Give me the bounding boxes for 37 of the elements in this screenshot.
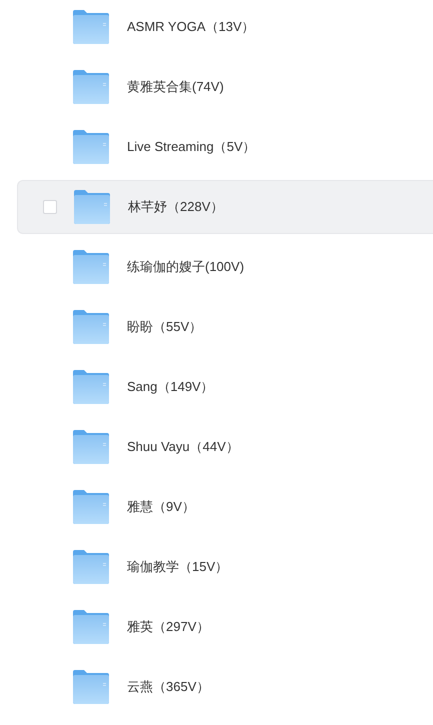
folder-row[interactable]: 练瑜伽的嫂子(100V) [17, 240, 433, 294]
folder-icon [74, 190, 110, 224]
folder-icon [73, 430, 109, 464]
folder-icon [73, 70, 109, 104]
folder-icon [73, 370, 109, 404]
folder-name: 林芊妤（228V） [128, 198, 224, 216]
folder-icon [73, 670, 109, 704]
folder-icon [73, 490, 109, 524]
folder-icon [73, 310, 109, 344]
folder-row[interactable]: 盼盼（55V） [17, 300, 433, 354]
folder-row[interactable]: 雅英（297V） [17, 600, 433, 654]
folder-name: 练瑜伽的嫂子(100V) [127, 258, 244, 276]
folder-name: Live Streaming（5V） [127, 138, 256, 156]
checkbox[interactable] [43, 200, 57, 214]
folder-row[interactable]: Live Streaming（5V） [17, 120, 433, 174]
folder-icon [73, 250, 109, 284]
folder-name: 黄雅英合集(74V) [127, 78, 224, 96]
folder-icon [73, 130, 109, 164]
folder-icon [73, 610, 109, 644]
folder-row[interactable]: 林芊妤（228V） [17, 180, 433, 234]
folder-row[interactable]: 云燕（365V） [17, 660, 433, 714]
folder-icon [73, 10, 109, 44]
folder-row[interactable]: Sang（149V） [17, 360, 433, 414]
folder-name: 雅慧（9V） [127, 498, 195, 516]
folder-row[interactable]: 雅慧（9V） [17, 480, 433, 534]
folder-name: Shuu Vayu（44V） [127, 438, 239, 456]
folder-name: 盼盼（55V） [127, 318, 202, 336]
folder-name: ASMR YOGA（13V） [127, 18, 255, 36]
folder-name: 雅英（297V） [127, 618, 210, 636]
folder-row[interactable]: 黄雅英合集(74V) [17, 60, 433, 114]
folder-row[interactable]: 瑜伽教学（15V） [17, 540, 433, 594]
folder-name: Sang（149V） [127, 378, 214, 396]
folder-row[interactable]: Shuu Vayu（44V） [17, 420, 433, 474]
folder-name: 瑜伽教学（15V） [127, 558, 228, 576]
folder-icon [73, 550, 109, 584]
folder-row[interactable]: ASMR YOGA（13V） [17, 0, 433, 54]
folder-name: 云燕（365V） [127, 678, 210, 696]
